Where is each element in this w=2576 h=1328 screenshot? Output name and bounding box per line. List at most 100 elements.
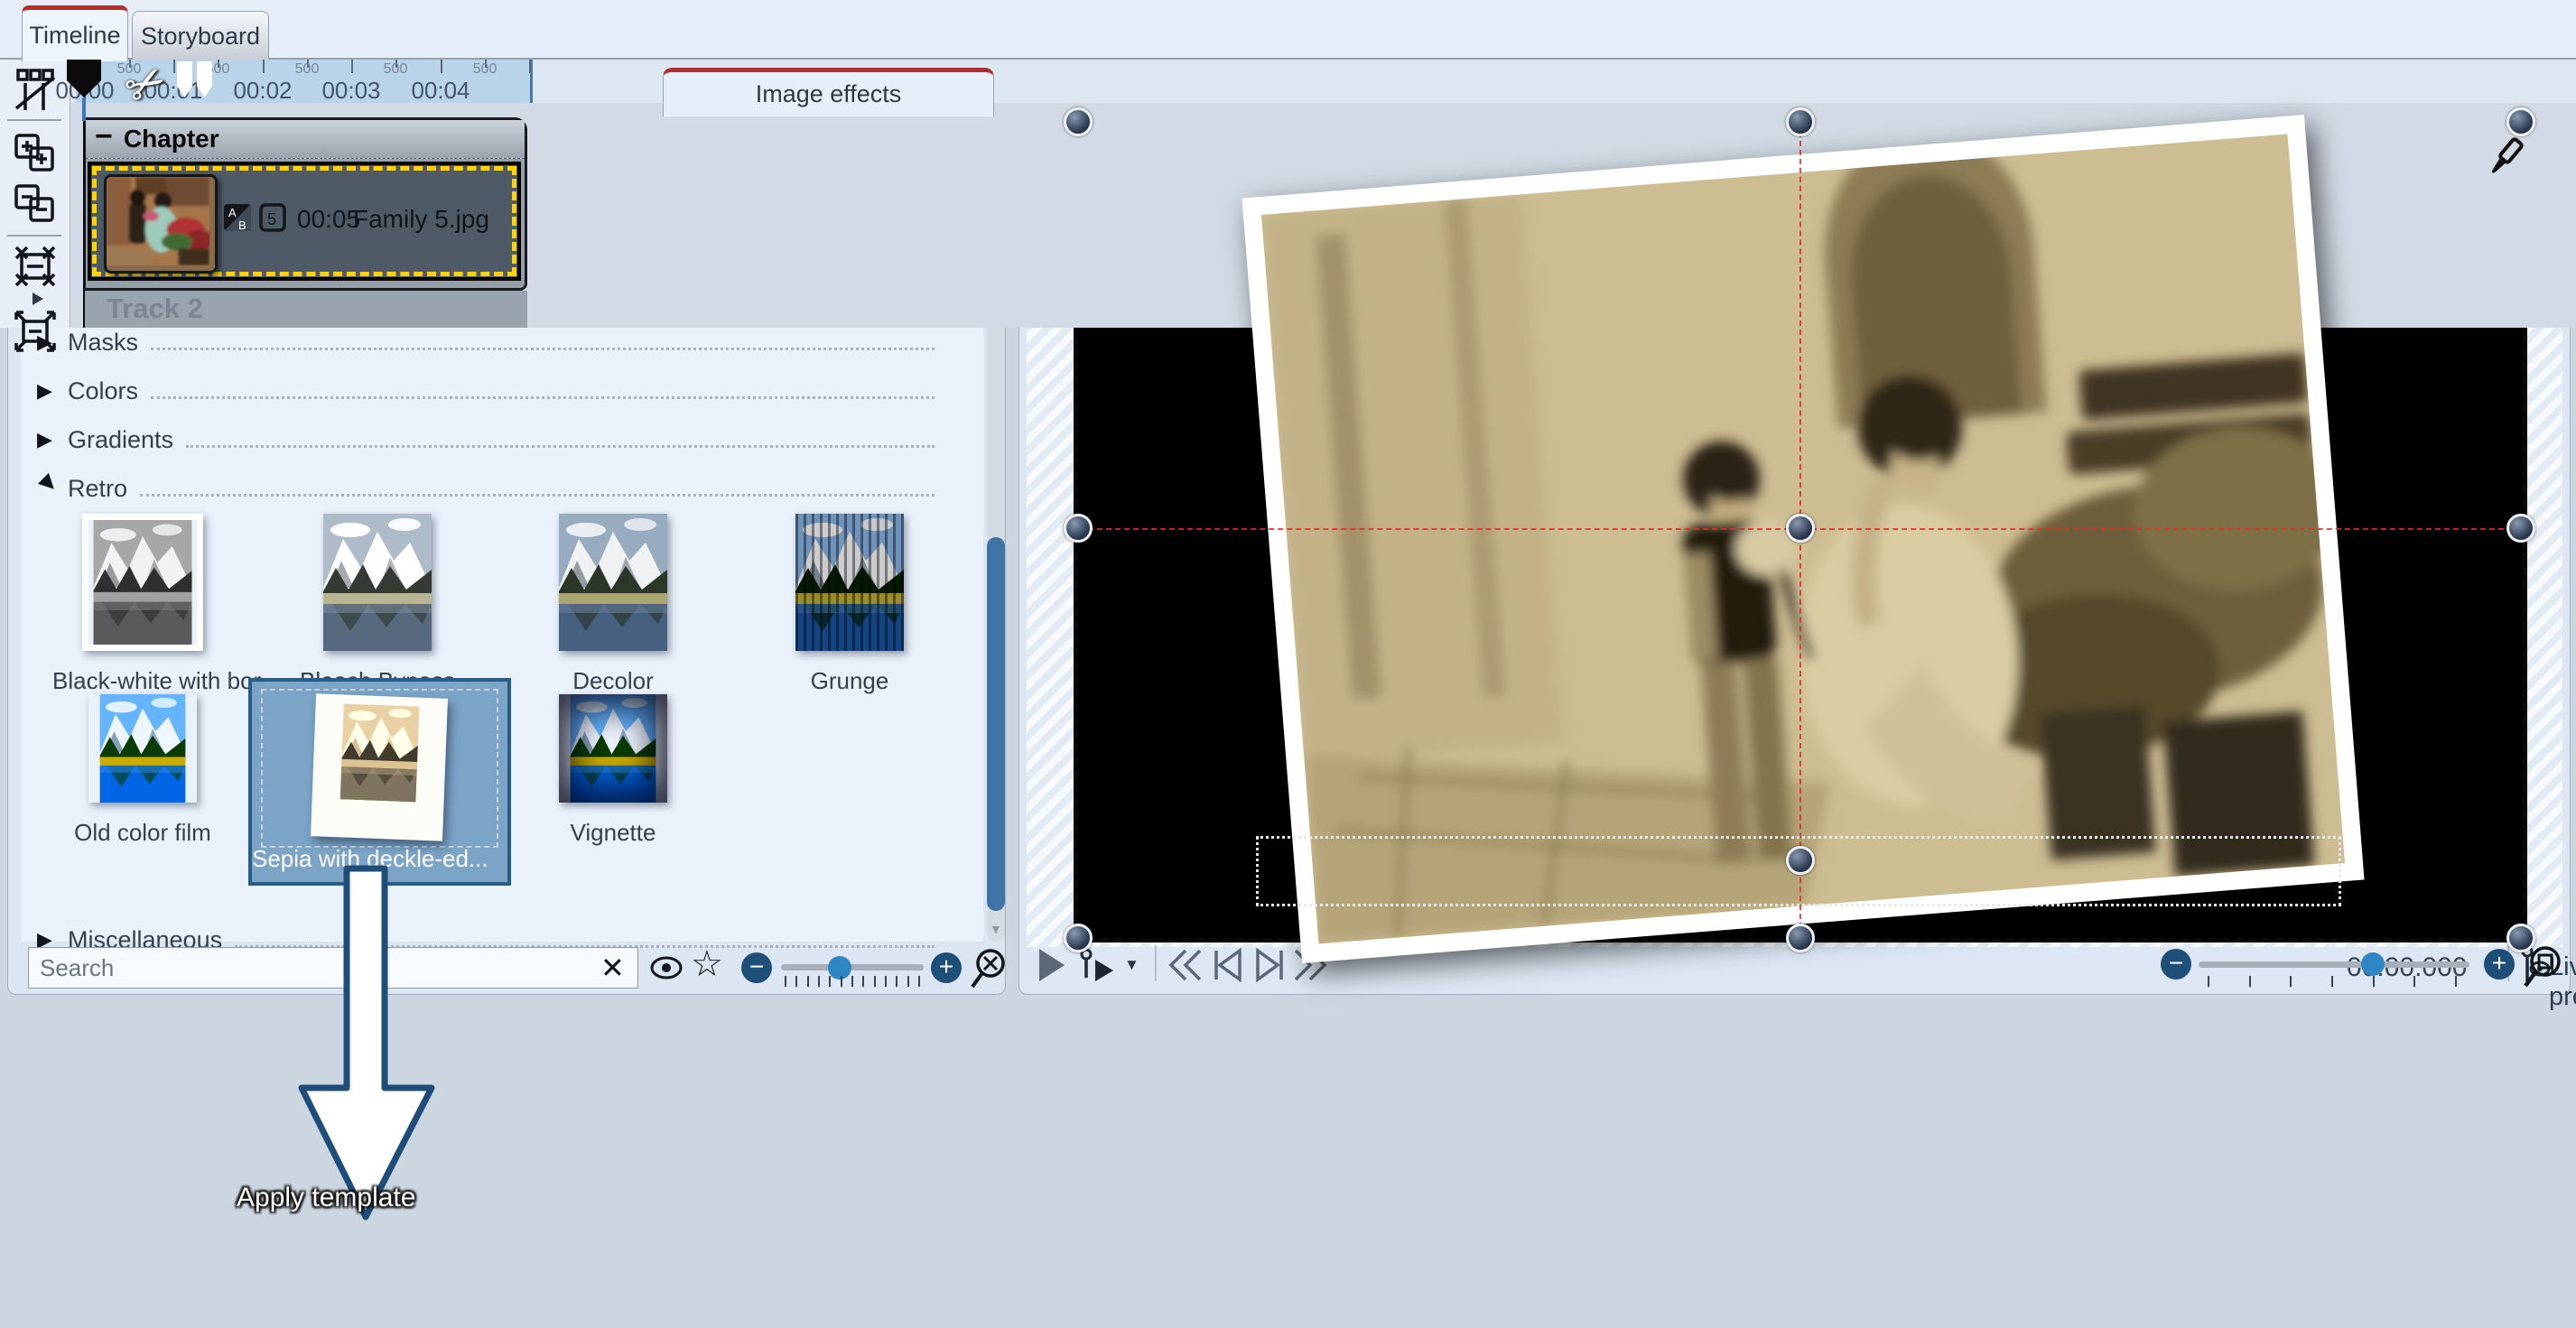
ab-transition-icon: A B <box>223 201 252 234</box>
dotted-leader <box>151 384 935 399</box>
svg-text:5: 5 <box>267 210 276 228</box>
play-from-marker-button[interactable] <box>1079 947 1115 983</box>
favorites-star-icon[interactable]: ☆ <box>691 943 723 985</box>
thumbnail-size-slider[interactable] <box>781 964 924 970</box>
handle-caption[interactable] <box>1786 846 1815 875</box>
vignette-overlay <box>559 694 667 803</box>
canvas-zoom-ticks <box>2208 976 2457 987</box>
ruler-tick <box>529 60 531 73</box>
collapse-chapter-icon[interactable]: − <box>95 119 113 154</box>
clip-thumbnail <box>104 174 218 274</box>
handle-center[interactable] <box>1786 514 1815 543</box>
thumbnail-zoom-in-button[interactable]: + <box>931 952 962 983</box>
template-thumbnail <box>323 514 432 651</box>
category-colors[interactable]: ▶Colors <box>37 367 958 414</box>
template-black-white-border[interactable]: Black-white with bor... <box>52 514 233 695</box>
remove-object-icon[interactable] <box>13 181 60 228</box>
template-thumbnail <box>88 694 197 803</box>
ruler-minor-label: 500 <box>280 61 334 78</box>
previous-frame-button[interactable] <box>1211 947 1245 983</box>
duration-badge-icon: 5 <box>259 201 288 234</box>
slider-ticks <box>785 976 920 987</box>
handle-bottom-right[interactable] <box>2506 924 2535 952</box>
template-thumbnail <box>88 520 197 645</box>
skip-start-button[interactable] <box>1166 947 1205 983</box>
template-sepia-deckle-selected[interactable]: Sepia with deckle-ed... <box>248 678 511 886</box>
template-thumbnail <box>323 703 437 803</box>
thumbnail-zoom-out-button[interactable]: − <box>741 952 772 983</box>
handle-middle-right[interactable] <box>2506 514 2535 543</box>
dotted-leader <box>151 335 935 350</box>
handle-middle-left[interactable] <box>1064 514 1093 543</box>
canvas-zoom-slider[interactable] <box>2199 961 2469 968</box>
canvas-zoom-in-button[interactable]: + <box>2484 949 2515 980</box>
expand-range-icon[interactable] <box>13 309 60 356</box>
template-bleach-bypass[interactable]: Bleach Bypass <box>287 514 468 695</box>
scroll-down-icon[interactable]: ▼ <box>989 922 1003 936</box>
ruler-minor-label: 500 <box>368 61 423 78</box>
dotted-leader <box>186 432 935 448</box>
apply-template-arrow <box>287 865 446 1228</box>
play-dropdown-icon[interactable]: ▼ <box>1124 956 1139 974</box>
tool-separator <box>7 119 61 121</box>
category-retro[interactable]: ▶Retro <box>37 465 958 512</box>
chapter-label: Chapter <box>124 125 219 153</box>
svg-text:B: B <box>238 218 246 232</box>
chapter-header[interactable]: − Chapter <box>86 120 525 159</box>
tool-separator <box>7 235 61 237</box>
search-clear-icon[interactable]: ✕ <box>600 951 625 985</box>
canvas-zoom-out-button[interactable]: − <box>2161 949 2191 980</box>
apply-template-tooltip: Apply template <box>237 1183 415 1213</box>
template-thumbnail <box>559 514 667 651</box>
track-2[interactable]: Track 2 <box>83 291 527 328</box>
shrink-range-icon[interactable] <box>13 244 60 291</box>
timeline-tabstrip: Timeline Storyboard <box>0 0 2576 60</box>
dotted-leader <box>140 481 935 497</box>
template-grunge[interactable]: Grunge <box>759 514 940 695</box>
timeline-ruler[interactable]: 00:00 00:01 00:02 00:03 00:04 500 500 50… <box>70 60 2576 103</box>
template-vignette[interactable]: Vignette <box>523 694 703 847</box>
ruler-tick <box>351 60 353 73</box>
ruler-label: 00:04 <box>395 77 486 105</box>
ruler-tick <box>263 60 265 73</box>
handle-bottom-left[interactable] <box>1064 924 1093 952</box>
brush-cursor-icon <box>2478 134 2525 191</box>
timeline-clip-selected[interactable]: A B 5 00:05 Family 5.jpg <box>88 162 521 281</box>
clip-filename: Family 5.jpg <box>353 205 489 234</box>
clip-duration: 00:05 <box>297 205 360 234</box>
ruler-tick <box>441 60 442 73</box>
expand-right-icon: ▶ <box>37 379 68 403</box>
tab-timeline[interactable]: Timeline <box>22 5 128 61</box>
ruler-label: 00:03 <box>306 77 396 105</box>
grunge-texture <box>795 514 904 651</box>
canvas-zoom-slider-handle[interactable] <box>2361 952 2385 976</box>
expand-right-icon: ▶ <box>37 428 68 451</box>
playhead-line <box>83 121 85 328</box>
track-2-label: Track 2 <box>107 293 203 325</box>
handle-top-center[interactable] <box>1786 107 1815 136</box>
visibility-eye-icon[interactable] <box>649 954 684 981</box>
next-frame-button[interactable] <box>1252 947 1287 983</box>
chapter-track[interactable]: − Chapter A B 5 00:05 Family 5.jpg <box>83 117 527 291</box>
template-old-color-film[interactable]: Old color film <box>52 694 233 847</box>
expander-arrow-icon[interactable] <box>31 291 45 307</box>
add-object-icon[interactable] <box>13 130 60 177</box>
zoom-reset-magnifier-icon[interactable] <box>971 947 1010 989</box>
handle-top-right[interactable] <box>2506 107 2535 136</box>
scrollbar-thumb[interactable] <box>987 537 1005 911</box>
ruler-minor-label: 500 <box>458 61 512 78</box>
play-button[interactable] <box>1036 947 1068 983</box>
stage-selection-border <box>1074 117 2527 943</box>
handle-bottom-center[interactable] <box>1786 924 1815 952</box>
tab-storyboard[interactable]: Storyboard <box>132 11 269 61</box>
template-decolor[interactable]: Decolor <box>523 514 703 695</box>
svg-text:A: A <box>228 206 237 219</box>
handle-top-left[interactable] <box>1064 107 1093 136</box>
playhead-blue-segment <box>82 98 86 121</box>
transport-separator <box>1155 945 1157 981</box>
polaroid-frame <box>311 693 448 840</box>
tab-image-effects[interactable]: Image effects <box>663 68 994 116</box>
ruler-label: 00:02 <box>218 77 308 105</box>
ruler-tick <box>173 60 175 73</box>
category-gradients[interactable]: ▶Gradients <box>37 416 958 463</box>
